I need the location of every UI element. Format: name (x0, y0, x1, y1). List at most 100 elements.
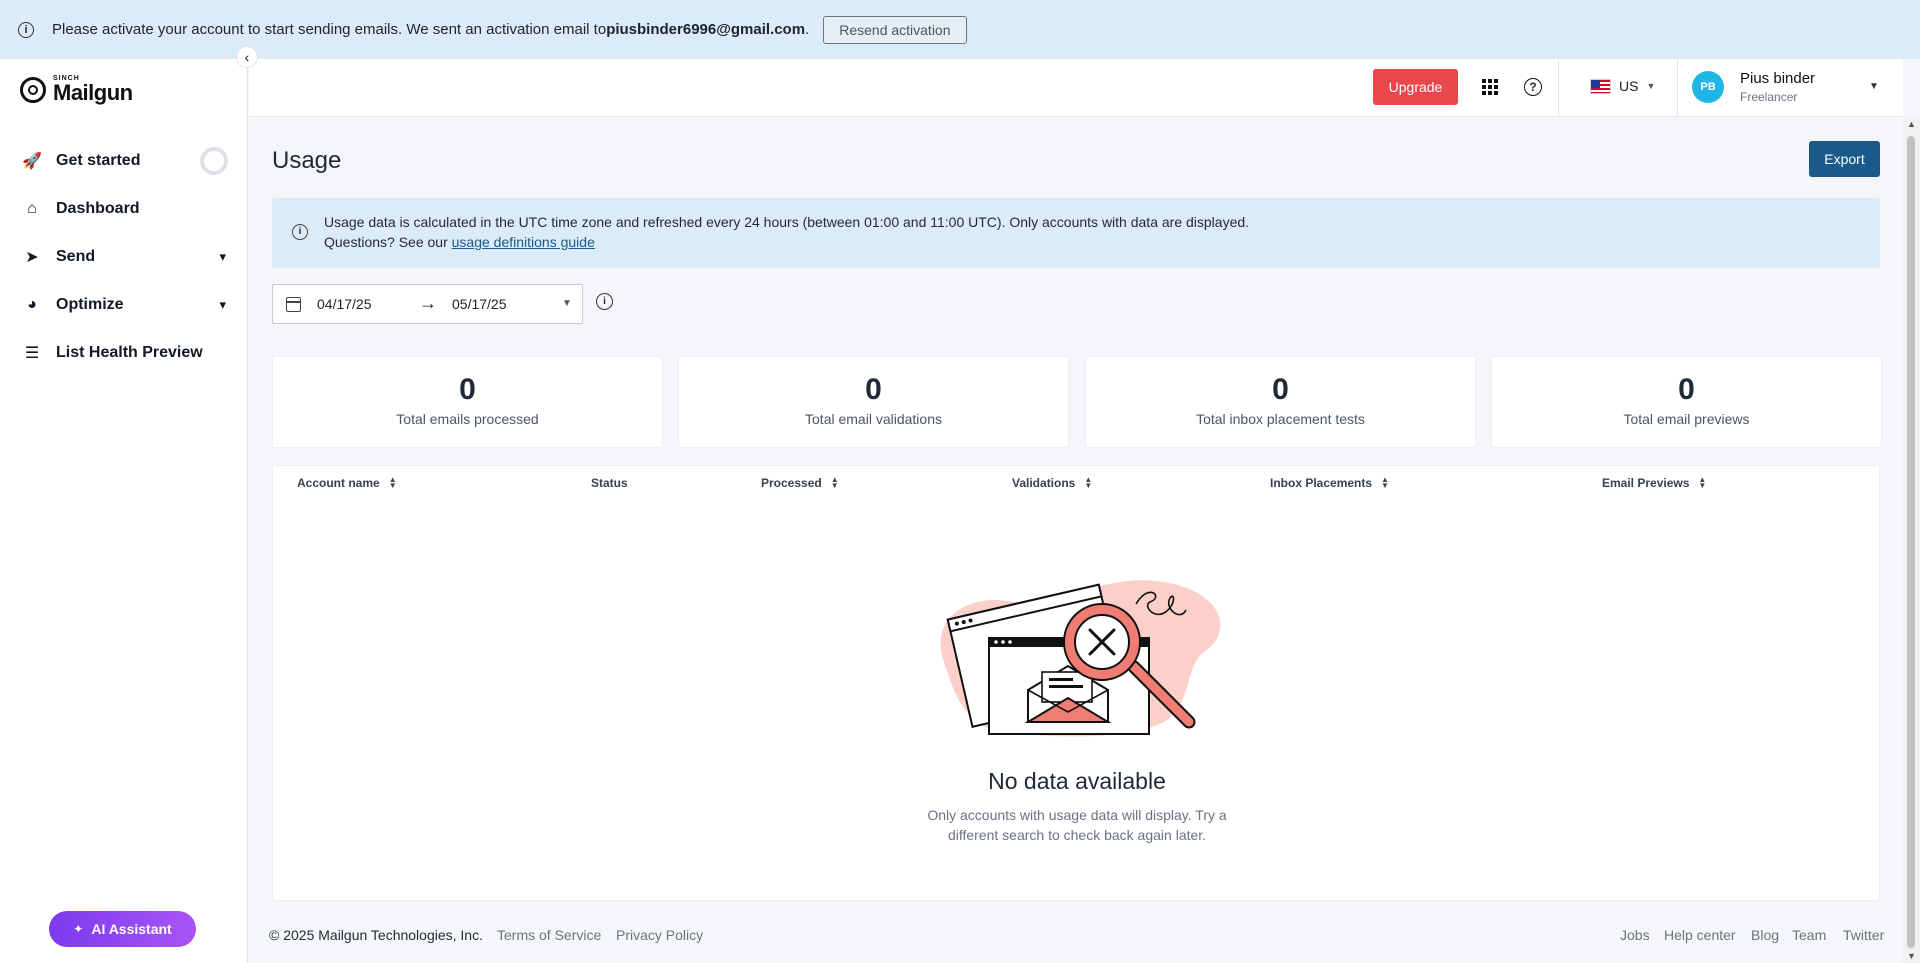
stat-label: Total emails processed (396, 411, 539, 427)
footer-link-team[interactable]: Team (1792, 927, 1826, 943)
rocket-icon: 🚀 (22, 153, 42, 170)
usage-definitions-link[interactable]: usage definitions guide (452, 234, 595, 250)
sidebar: SINCH Mailgun 🚀 Get started ⌂ Dashboard … (0, 59, 248, 963)
progress-ring (200, 147, 228, 175)
gauge-icon: ◕ (27, 296, 37, 313)
stat-card-inbox-placement-tests: 0 Total inbox placement tests (1085, 356, 1476, 448)
sidebar-item-list-health-preview[interactable]: ☰ List Health Preview (0, 329, 248, 377)
stat-value: 0 (1272, 373, 1289, 406)
user-role: Freelancer (1740, 90, 1798, 104)
us-flag-icon (1590, 78, 1611, 94)
sidebar-item-optimize[interactable]: ◕ Optimize ▾ (0, 281, 248, 329)
top-header: Upgrade ? US ▼ PB Pius binder Freelancer… (249, 59, 1903, 117)
sort-icon[interactable]: ▲ ▼ (1698, 476, 1706, 490)
info-line-2: Questions? See our usage definitions gui… (324, 234, 595, 250)
column-header-processed[interactable]: Processed ▲ ▼ (761, 476, 839, 491)
sort-icon[interactable]: ▲ ▼ (1381, 476, 1389, 490)
sort-icon[interactable]: ▲ ▼ (1084, 476, 1092, 490)
page-title: Usage (272, 147, 342, 174)
collapse-sidebar-button[interactable]: ‹ (236, 46, 258, 68)
home-icon: ⌂ (27, 200, 37, 217)
sparkle-icon: ✦ (73, 922, 84, 936)
calendar-icon (286, 297, 301, 312)
column-header-email-previews[interactable]: Email Previews ▲ ▼ (1602, 476, 1706, 491)
terms-of-service-link[interactable]: Terms of Service (497, 927, 601, 943)
stat-card-emails-processed: 0 Total emails processed (272, 356, 663, 448)
usage-info-callout: i Usage data is calculated in the UTC ti… (272, 198, 1880, 268)
scroll-up-icon[interactable]: ▲ (1907, 119, 1916, 129)
sidebar-item-label: Optimize (56, 296, 124, 313)
info-icon: i (292, 224, 308, 240)
activation-banner: i Please activate your account to start … (0, 0, 1920, 59)
footer-link-twitter[interactable]: Twitter (1843, 927, 1884, 943)
stat-label: Total email previews (1623, 411, 1750, 427)
footer-copyright: © 2025 Mailgun Technologies, Inc. (269, 927, 483, 943)
ai-assistant-button[interactable]: ✦ AI Assistant (49, 911, 196, 947)
column-header-account-name[interactable]: Account name ▲ ▼ (297, 476, 397, 491)
apps-grid-icon[interactable] (1482, 79, 1498, 95)
privacy-policy-link[interactable]: Privacy Policy (616, 927, 703, 943)
empty-state-title: No data available (988, 768, 1166, 794)
date-start[interactable]: 04/17/25 (317, 296, 372, 312)
resend-activation-button[interactable]: Resend activation (823, 15, 967, 44)
sidebar-item-label: Send (56, 248, 96, 265)
stat-label: Total inbox placement tests (1196, 411, 1365, 427)
list-health-icon: ☰ (24, 345, 40, 362)
sidebar-nav: 🚀 Get started ⌂ Dashboard ➤ Send ▾ ◕ Opt… (0, 137, 248, 377)
upgrade-button[interactable]: Upgrade (1373, 69, 1458, 105)
stat-value: 0 (1678, 373, 1695, 406)
info-icon: i (18, 21, 34, 38)
column-header-status: Status (591, 476, 628, 490)
ai-assistant-label: AI Assistant (91, 921, 172, 937)
scrollbar-thumb[interactable] (1907, 136, 1915, 948)
help-icon[interactable]: ? (1524, 78, 1542, 96)
sidebar-item-label: Dashboard (56, 200, 140, 217)
caret-down-icon[interactable]: ▼ (1869, 81, 1879, 92)
page-scrollbar[interactable]: ▲ ▼ (1903, 117, 1920, 963)
caret-down-icon[interactable]: ▼ (562, 298, 572, 309)
date-end[interactable]: 05/17/25 (452, 296, 507, 312)
footer-link-help-center[interactable]: Help center (1664, 927, 1736, 943)
sort-icon[interactable]: ▲ ▼ (389, 476, 397, 490)
chevron-down-icon: ▾ (219, 297, 226, 312)
mailgun-logo[interactable]: SINCH Mailgun (20, 75, 133, 104)
sidebar-item-label: List Health Preview (56, 344, 203, 361)
caret-down-icon: ▼ (1646, 81, 1656, 91)
logo-mailgun: Mailgun (53, 80, 133, 105)
column-header-validations[interactable]: Validations ▲ ▼ (1012, 476, 1092, 491)
stat-value: 0 (459, 373, 476, 406)
usage-table: Account name ▲ ▼ Status Processed ▲ ▼ Valida… (272, 465, 1880, 901)
stat-label: Total email validations (805, 411, 942, 427)
chevron-left-icon: ‹ (244, 49, 250, 65)
arrow-right-icon: → (419, 293, 437, 313)
date-range-picker[interactable]: 04/17/25 → 05/17/25 ▼ (272, 284, 583, 324)
empty-state-description: Only accounts with usage data will displ… (927, 807, 1227, 843)
sidebar-item-send[interactable]: ➤ Send ▾ (0, 233, 248, 281)
date-info-icon[interactable]: i (596, 293, 613, 310)
banner-suffix: . (805, 21, 810, 38)
export-button[interactable]: Export (1809, 141, 1880, 177)
sidebar-item-get-started[interactable]: 🚀 Get started (0, 137, 248, 185)
stat-value: 0 (865, 373, 882, 406)
at-icon (20, 76, 46, 103)
chevron-down-icon: ▾ (219, 249, 226, 264)
footer-link-jobs[interactable]: Jobs (1620, 927, 1650, 943)
stat-card-email-validations: 0 Total email validations (678, 356, 1069, 448)
footer-link-blog[interactable]: Blog (1751, 927, 1779, 943)
no-data-illustration (940, 580, 1221, 737)
header-divider (1677, 59, 1678, 117)
sidebar-item-label: Get started (56, 152, 141, 169)
send-icon: ➤ (25, 249, 39, 266)
sort-icon[interactable]: ▲ ▼ (831, 476, 839, 490)
column-header-inbox-placements[interactable]: Inbox Placements ▲ ▼ (1270, 476, 1389, 491)
info-line-1: Usage data is calculated in the UTC time… (324, 214, 1250, 230)
region-label: US (1619, 78, 1639, 94)
sidebar-item-dashboard[interactable]: ⌂ Dashboard (0, 185, 248, 233)
region-selector[interactable]: US ▼ (1590, 78, 1655, 94)
avatar[interactable]: PB (1692, 71, 1724, 103)
stat-card-email-previews: 0 Total email previews (1491, 356, 1882, 448)
banner-email: piusbinder6996@gmail.com (606, 21, 806, 38)
banner-text: Please activate your account to start se… (52, 21, 607, 38)
scroll-down-icon[interactable]: ▼ (1907, 951, 1916, 961)
user-name[interactable]: Pius binder (1740, 70, 1815, 87)
